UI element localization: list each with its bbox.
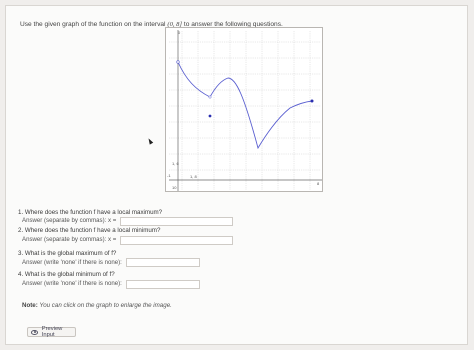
preview-input-button[interactable]: Preview Input: [27, 326, 76, 338]
tick-label-ybot: 10: [172, 185, 177, 190]
graph-svg: 1, 6 1, 8 -1 10 8 0: [167, 30, 322, 191]
question-2: 2. Where does the function f have a loca…: [18, 227, 161, 234]
answer-input-2[interactable]: [120, 236, 233, 245]
question-4: 4. What is the global minimum of f?: [18, 271, 115, 278]
tick-label-y: 1, 6: [172, 161, 179, 166]
question-1: 1. Where does the function f have a loca…: [18, 209, 163, 216]
question-3: 3. What is the global maximum of f?: [18, 250, 117, 257]
tick-label-xr: 8: [317, 181, 320, 186]
preview-input-label: Preview Input: [41, 326, 63, 338]
note-text: Note: You can click on the graph to enla…: [22, 302, 172, 309]
answer-input-1[interactable]: [120, 217, 233, 226]
filled-point: [208, 114, 212, 118]
hollow-point: [208, 95, 212, 99]
grid: [169, 31, 321, 190]
eye-icon: [31, 329, 38, 335]
answer-label-4: Answer (write 'none' if there is none):: [22, 280, 122, 287]
function-graph[interactable]: 1, 6 1, 8 -1 10 8 0: [165, 27, 323, 192]
tick-label-yb: -1: [167, 173, 171, 178]
tick-label-xl: 0: [178, 30, 181, 35]
right-endpoint: [310, 99, 314, 103]
open-endpoint: [176, 60, 180, 64]
answer-input-3[interactable]: [126, 258, 200, 267]
tick-label-x: 1, 8: [190, 174, 197, 179]
answer-label-3: Answer (write 'none' if there is none):: [22, 259, 122, 266]
answer-label-1: Answer (separate by commas): x =: [22, 217, 117, 224]
answer-label-2: Answer (separate by commas): x =: [22, 236, 117, 243]
answer-input-4[interactable]: [126, 280, 200, 289]
